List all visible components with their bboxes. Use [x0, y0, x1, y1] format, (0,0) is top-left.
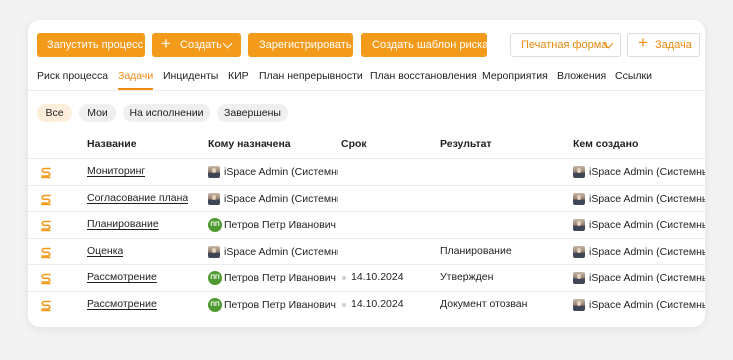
assignee[interactable]: ПП Петров Петр Иванович (С — [208, 298, 338, 312]
result: Планирование — [440, 245, 512, 257]
result: Документ отозван — [440, 298, 528, 310]
creator-name: iSpace Admin (Системный — [589, 299, 705, 311]
creator[interactable]: iSpace Admin (Системный — [573, 298, 705, 312]
create-risk-template-button[interactable]: Создать шаблон риска — [361, 33, 489, 57]
create-button[interactable]: + Создать — [152, 33, 241, 57]
filter-completed[interactable]: Завершены — [217, 104, 288, 122]
tab-recovery-plan[interactable]: План восстановления — [370, 68, 477, 84]
column-result-header[interactable]: Результат — [440, 138, 492, 150]
task-process-icon — [40, 246, 52, 259]
filter-in-progress[interactable]: На исполнении — [123, 104, 210, 122]
filter-all[interactable]: Все — [37, 104, 72, 122]
tab-activities[interactable]: Мероприятия — [482, 68, 548, 84]
tab-continuity-plan[interactable]: План непрерывности — [259, 68, 363, 84]
column-name-header[interactable]: Название — [87, 138, 137, 150]
assignee[interactable]: ПП Петров Петр Иванович (С — [208, 271, 338, 285]
creator[interactable]: iSpace Admin (Системный — [573, 165, 705, 179]
assignee[interactable]: iSpace Admin (Системный — [208, 192, 338, 206]
creator[interactable]: iSpace Admin (Системный — [573, 271, 705, 285]
task-process-icon — [40, 193, 52, 206]
add-task-button[interactable]: + Задача — [627, 33, 700, 57]
task-label: Задача — [655, 39, 692, 51]
task-name-link[interactable]: Рассмотрение — [87, 271, 157, 283]
avatar: ПП — [208, 298, 222, 312]
tab-bar: Риск процесса Задачи Инциденты КИР План … — [37, 68, 705, 90]
filter-mine[interactable]: Мои — [79, 104, 116, 122]
column-assigned-header[interactable]: Кому назначена — [208, 138, 291, 150]
task-process-icon — [40, 272, 52, 285]
row-divider — [28, 185, 705, 186]
creator-name: iSpace Admin (Системный — [589, 193, 705, 205]
task-process-icon — [40, 219, 52, 232]
creator-name: iSpace Admin (Системный — [589, 166, 705, 178]
task-process-icon — [40, 166, 52, 179]
status-dot — [342, 303, 346, 307]
task-process-icon — [40, 299, 52, 312]
create-label: Создать — [180, 39, 222, 51]
creator-name: iSpace Admin (Системный — [589, 272, 705, 284]
avatar — [573, 166, 585, 178]
tab-tasks[interactable]: Задачи — [118, 68, 154, 90]
tab-kir[interactable]: КИР — [228, 68, 249, 84]
row-divider — [28, 238, 705, 239]
creator-name: iSpace Admin (Системный — [589, 219, 705, 231]
avatar — [573, 299, 585, 311]
tasks-card: Запустить процесс + Создать Зарегистриро… — [28, 20, 705, 327]
avatar — [208, 193, 220, 205]
avatar — [573, 272, 585, 284]
print-form-label: Печатная форма — [521, 39, 608, 51]
print-form-button[interactable]: Печатная форма — [510, 33, 621, 57]
avatar: ПП — [208, 271, 222, 285]
tabs-divider — [28, 90, 705, 91]
task-name-link[interactable]: Рассмотрение — [87, 298, 157, 310]
status-dot — [342, 276, 346, 280]
assignee-name: Петров Петр Иванович (С — [224, 299, 338, 311]
tab-incidents[interactable]: Инциденты — [163, 68, 218, 84]
creator[interactable]: iSpace Admin (Системный — [573, 218, 705, 232]
avatar: ПП — [208, 218, 222, 232]
row-divider — [28, 291, 705, 292]
deadline: 14.10.2024 — [351, 271, 404, 283]
assignee[interactable]: ПП Петров Петр Иванович (С — [208, 218, 338, 232]
row-divider — [28, 264, 705, 265]
task-name-link[interactable]: Мониторинг — [87, 165, 145, 177]
toolbar: Запустить процесс + Создать Зарегистриро… — [37, 33, 705, 57]
creator-name: iSpace Admin (Системный — [589, 246, 705, 258]
avatar — [573, 219, 585, 231]
column-deadline-header[interactable]: Срок — [341, 138, 367, 150]
create-risk-template-label: Создать шаблон риска — [372, 39, 489, 51]
row-divider — [28, 158, 705, 159]
start-process-button[interactable]: Запустить процесс — [37, 33, 145, 57]
result: Утвержден — [440, 271, 494, 283]
assignee[interactable]: iSpace Admin (Системный — [208, 165, 338, 179]
column-created-by-header[interactable]: Кем создано — [573, 138, 638, 150]
assignee-name: Петров Петр Иванович (С — [224, 219, 338, 231]
assignee-name: Петров Петр Иванович (С — [224, 272, 338, 284]
task-name-link[interactable]: Оценка — [87, 245, 123, 257]
register-label: Зарегистрировать — [259, 39, 352, 51]
task-name-link[interactable]: Согласование плана — [87, 192, 188, 204]
deadline: 14.10.2024 — [351, 298, 404, 310]
avatar — [208, 166, 220, 178]
assignee[interactable]: iSpace Admin (Системный — [208, 245, 338, 259]
plus-icon: + — [161, 34, 171, 53]
avatar — [573, 246, 585, 258]
row-divider — [28, 211, 705, 212]
plus-icon: + — [638, 33, 648, 52]
avatar — [573, 193, 585, 205]
assignee-name: iSpace Admin (Системный — [224, 246, 338, 258]
avatar — [208, 246, 220, 258]
tab-process-risk[interactable]: Риск процесса — [37, 68, 108, 84]
start-process-label: Запустить процесс — [47, 39, 144, 51]
tab-links[interactable]: Ссылки — [615, 68, 652, 84]
creator[interactable]: iSpace Admin (Системный — [573, 245, 705, 259]
assignee-name: iSpace Admin (Системный — [224, 166, 338, 178]
task-name-link[interactable]: Планирование — [87, 218, 159, 230]
tab-attachments[interactable]: Вложения — [557, 68, 606, 84]
register-button[interactable]: Зарегистрировать — [248, 33, 353, 57]
assignee-name: iSpace Admin (Системный — [224, 193, 338, 205]
creator[interactable]: iSpace Admin (Системный — [573, 192, 705, 206]
chevron-down-icon — [222, 38, 233, 49]
